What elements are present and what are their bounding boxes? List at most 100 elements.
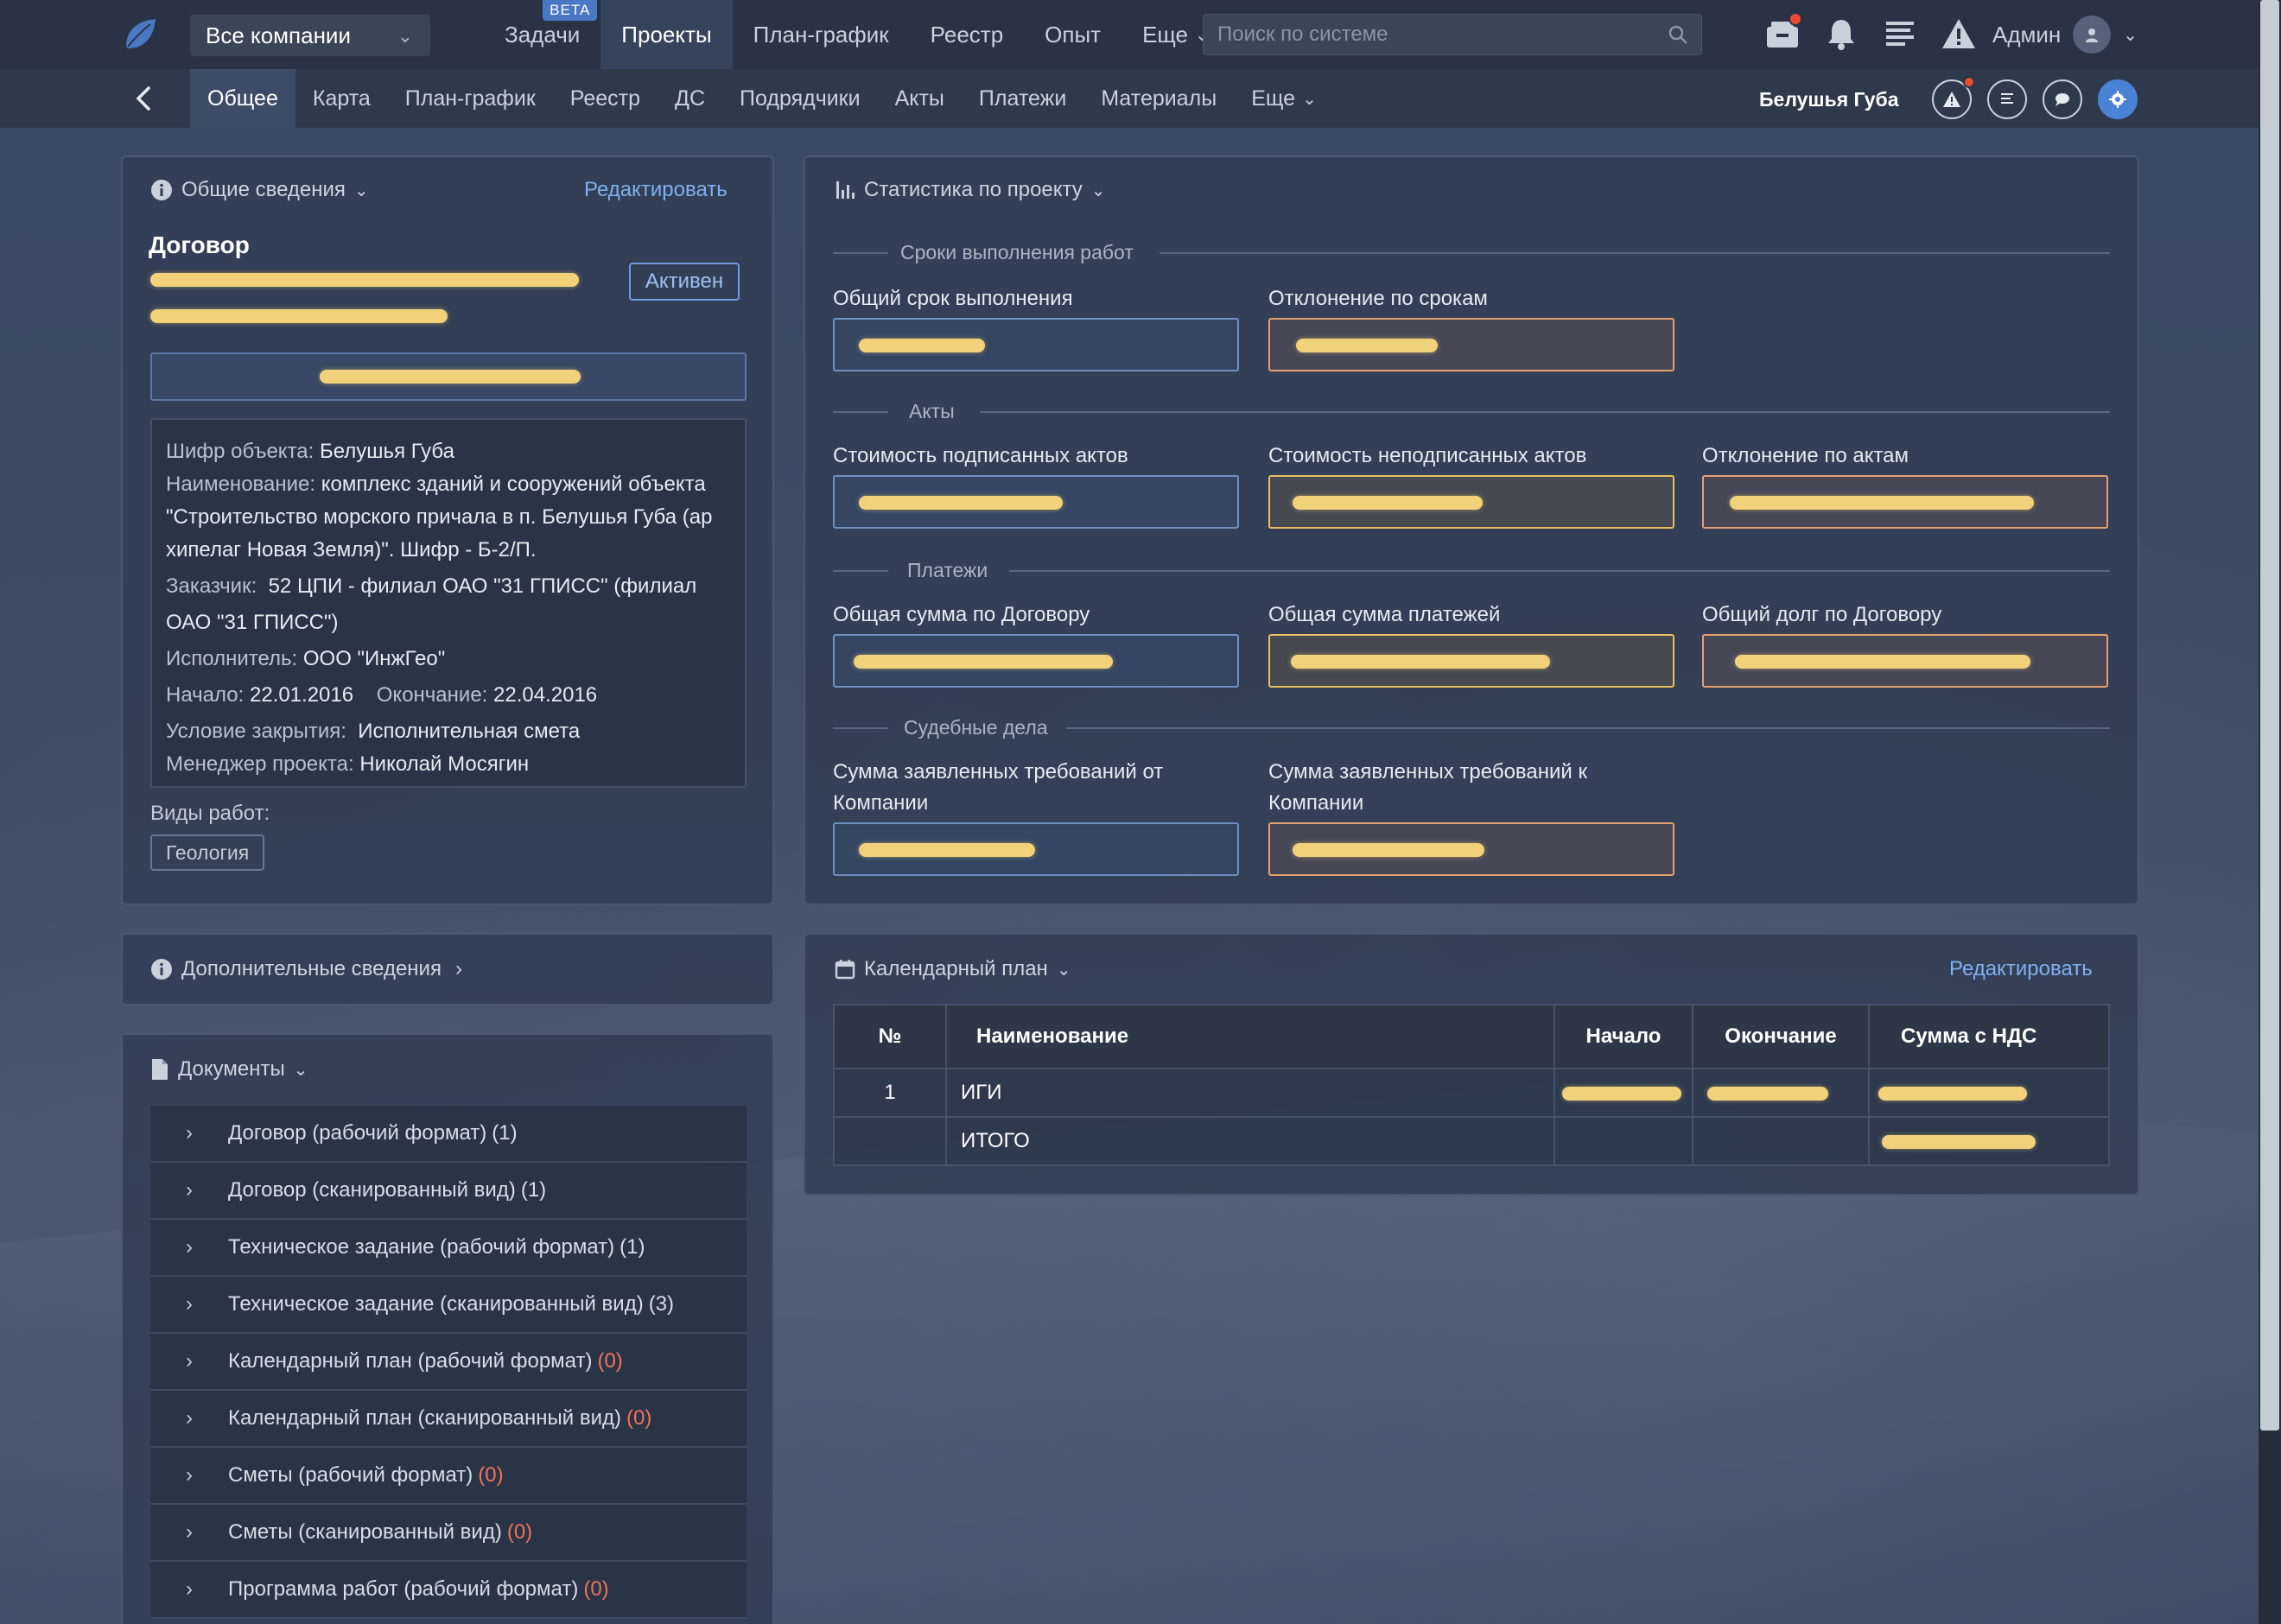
chevron-down-icon: ⌄ [1056, 960, 1071, 980]
row-start [1553, 1068, 1693, 1118]
document-folder-item[interactable]: › Сметы (рабочий формат) (0) [150, 1448, 747, 1505]
nav-tasks[interactable]: Задачи BETA [484, 0, 600, 69]
document-count: (0) [478, 1463, 504, 1487]
chevron-right-icon: › [186, 1121, 193, 1145]
chevron-down-icon: ⌄ [397, 25, 413, 47]
company-select[interactable]: Все компании ⌄ [190, 15, 430, 56]
table-row[interactable]: 1 ИГИ [833, 1068, 2110, 1118]
leaf-logo-icon[interactable] [121, 16, 159, 54]
calendar-edit-link[interactable]: Редактировать [1949, 957, 2093, 981]
nav-registry[interactable]: Реестр [910, 0, 1025, 69]
list-button[interactable] [1880, 12, 1920, 55]
nav-tasks-label: Задачи [505, 21, 581, 48]
user-menu[interactable]: Админ ⌄ [1992, 0, 2138, 69]
statistics-title: Статистика по проекту [864, 178, 1083, 201]
table-header-row: № Наименование Начало Окончание Сумма с … [833, 1004, 2110, 1069]
tab-payments[interactable]: Платежи [962, 69, 1083, 128]
warnings-button[interactable] [1939, 12, 1979, 55]
document-folder-label: Сметы (рабочий формат) [228, 1463, 473, 1487]
nav-schedule[interactable]: План-график [733, 0, 910, 69]
document-count: (1) [619, 1235, 645, 1259]
project-log-button[interactable] [1987, 79, 2027, 119]
bar-chart-icon [836, 181, 855, 199]
document-folder-item[interactable]: › Техническое задание (рабочий формат) (1) [150, 1220, 747, 1277]
document-folder-item[interactable]: › Договор (сканированный вид) (1) [150, 1163, 747, 1220]
tab-materials[interactable]: Материалы [1083, 69, 1234, 128]
document-lines-icon [2001, 93, 2013, 104]
tab-map[interactable]: Карта [295, 69, 388, 128]
info-icon [151, 180, 172, 200]
name-row-2: "Строительство морского причала в п. Бел… [166, 505, 713, 529]
tab-general[interactable]: Общее [190, 69, 295, 128]
statistics-header[interactable]: Статистика по проекту ⌄ [835, 178, 1106, 202]
calendar-table: № Наименование Начало Окончание Сумма с … [833, 1004, 2110, 1166]
claims-from-label: Сумма заявленных требований от Компании [833, 757, 1163, 819]
avatar [2073, 16, 2112, 54]
document-count: (0) [506, 1520, 533, 1544]
document-folder-item[interactable]: › Договор (рабочий формат) (1) [150, 1106, 747, 1163]
project-settings-button[interactable] [2098, 79, 2138, 119]
tab-registry[interactable]: Реестр [553, 69, 658, 128]
col-name: Наименование [945, 1004, 1555, 1069]
project-tabs: Общее Карта План-график Реестр ДС Подряд… [190, 69, 1334, 128]
general-edit-link[interactable]: Редактировать [584, 178, 728, 202]
closing-label: Условие закрытия: [166, 720, 346, 743]
project-warnings-button[interactable] [1932, 76, 1975, 119]
notifications-button[interactable] [1821, 12, 1861, 55]
document-folder-label: Техническое задание (сканированный вид) [228, 1292, 644, 1316]
calendar-header[interactable]: Календарный план ⌄ [835, 957, 1071, 981]
col-end: Окончание [1692, 1004, 1870, 1069]
term-deviation-field [1268, 318, 1674, 371]
nav-experience[interactable]: Опыт [1024, 0, 1121, 69]
document-folder-item[interactable]: › Календарный план (рабочий формат) (0) [150, 1334, 747, 1391]
chevron-down-icon: ⌄ [353, 181, 369, 200]
project-chat-button[interactable] [2043, 79, 2082, 119]
customer-label: Заказчик: [166, 574, 257, 598]
end-value: 22.04.2016 [493, 683, 598, 707]
chevron-down-icon: ⌄ [293, 1060, 308, 1080]
tab-schedule[interactable]: План-график [388, 69, 553, 128]
manager-label: Менеджер проекта: [166, 752, 354, 776]
chevron-down-icon: ⌄ [2123, 25, 2138, 45]
contract-debt-label: Общий долг по Договору [1702, 603, 1942, 626]
back-arrow-icon[interactable] [128, 81, 162, 116]
additional-info-header[interactable]: Дополнительные сведения › [150, 957, 462, 981]
document-folder-label: Техническое задание (рабочий формат) [228, 1235, 615, 1259]
customer-value-1: 52 ЦПИ - филиал ОАО "31 ГПИСС" (филиал [268, 574, 697, 598]
search-input[interactable]: Поиск по системе [1203, 14, 1702, 55]
signed-acts-field [833, 475, 1239, 529]
acts-deviation-field [1702, 475, 2108, 529]
redacted-value [1878, 1087, 2027, 1101]
document-folder-item[interactable]: › Календарный план (сканированный вид) (0) [150, 1391, 747, 1448]
document-folder-label: Договор (рабочий формат) [228, 1121, 487, 1145]
inbox-button[interactable] [1763, 12, 1802, 55]
document-folder-item[interactable]: › Сметы (сканированный вид) (0) [150, 1505, 747, 1562]
documents-header[interactable]: Документы ⌄ [150, 1057, 308, 1082]
nav-projects[interactable]: Проекты [600, 0, 733, 69]
chevron-down-icon: ⌄ [1302, 89, 1317, 109]
document-folder-item[interactable]: › Программа работ (рабочий формат) (0) [150, 1562, 747, 1619]
tab-contractors[interactable]: Подрядчики [722, 69, 878, 128]
scrollbar-thumb[interactable] [2260, 0, 2279, 1431]
info-icon [151, 959, 172, 980]
document-folder-item[interactable]: › Техническое задание (сканированный вид)… [150, 1277, 747, 1334]
project-name: Белушья Губа [1759, 88, 1899, 111]
redacted-value [859, 339, 985, 352]
total-name: ИТОГО [945, 1116, 1555, 1166]
row-sum [1868, 1068, 2110, 1118]
payments-total-label: Общая сумма платежей [1268, 603, 1501, 626]
chevron-right-icon: › [186, 1292, 193, 1316]
tab-ds[interactable]: ДС [658, 69, 722, 128]
tab-more[interactable]: Еще ⌄ [1234, 69, 1334, 128]
top-icons [1763, 12, 1979, 55]
claims-from-field [833, 822, 1239, 876]
start-label: Начало: [166, 683, 245, 707]
main-nav: Задачи BETA Проекты План-график Реестр О… [484, 0, 1230, 69]
section-divider [1160, 252, 2110, 254]
nav-registry-label: Реестр [930, 21, 1004, 48]
chevron-right-icon: › [186, 1577, 193, 1601]
general-info-header[interactable]: Общие сведения ⌄ [150, 178, 369, 202]
redacted-value [1707, 1087, 1828, 1101]
executor-row: Исполнитель: ООО "ИнжГео" [166, 643, 731, 676]
tab-acts[interactable]: Акты [878, 69, 962, 128]
